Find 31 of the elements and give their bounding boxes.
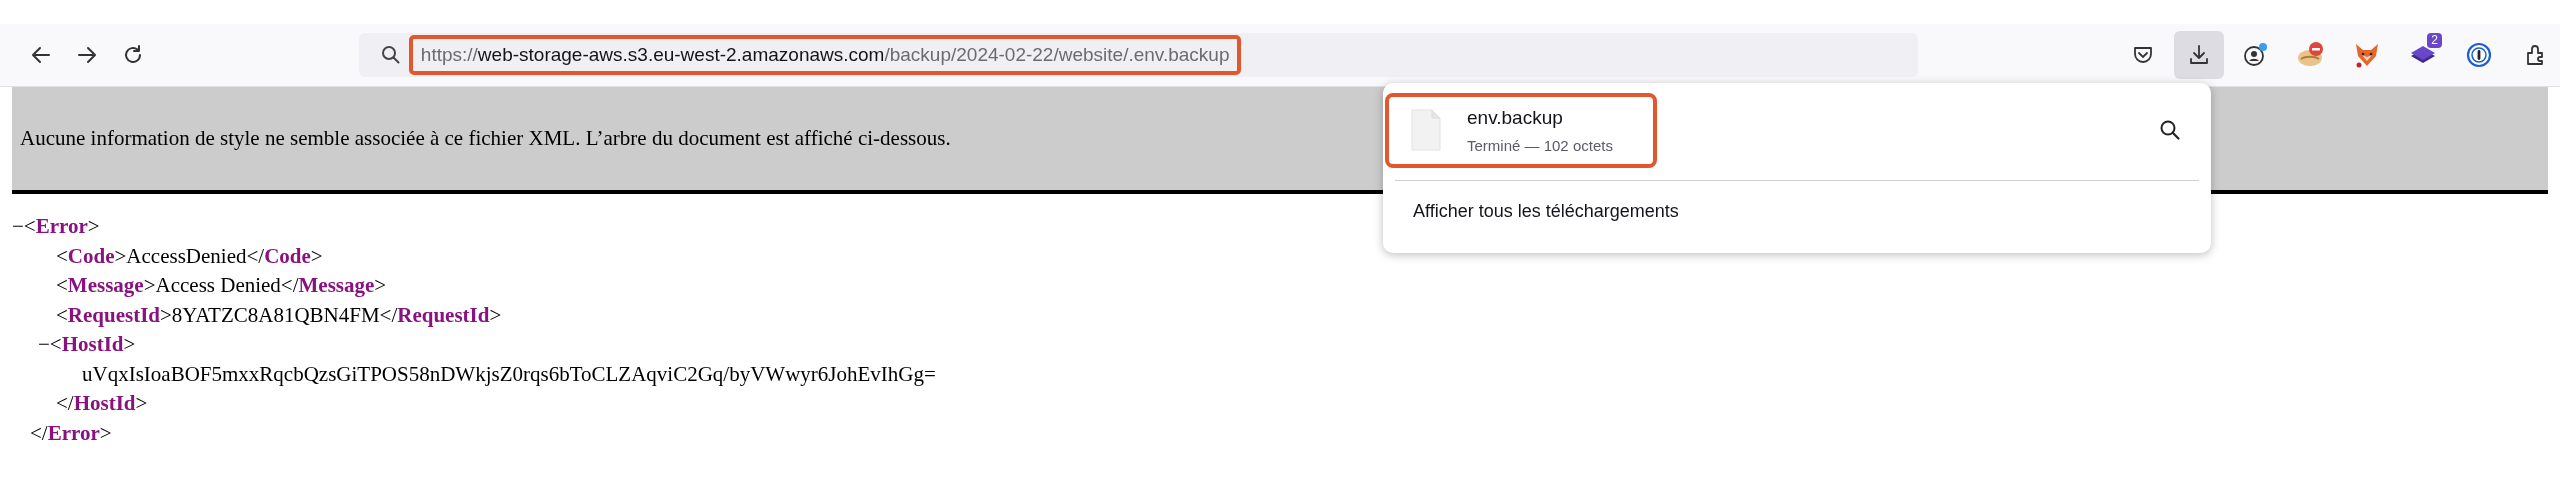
xml-line: uVqxIsIoaBOF5mxxRqcbQzsGiTPOS58nDWkjsZ0rqs6bToCLZAqviC2Gq/byVWwyr6JohEvIhGg= (82, 361, 936, 386)
stop-sign-icon (2296, 41, 2326, 69)
url-text: https://web-storage-aws.s3.eu-west-2.amazonaws.com/backup/2024-02-22/website/.env.backup (420, 44, 1230, 66)
fox-icon (2353, 41, 2381, 69)
account-icon (2244, 46, 2264, 66)
xml-line: <Code>AccessDenied</Code> (56, 243, 323, 268)
count-badge: 2 (2427, 33, 2442, 48)
search-icon (380, 45, 401, 65)
xml-tag: <HostId> (49, 332, 136, 356)
reload-icon (122, 44, 144, 66)
downloads-button[interactable] (2174, 31, 2224, 79)
xml-tag: </HostId> (56, 391, 148, 415)
forward-arrow-icon (76, 44, 98, 66)
file-name: env.backup (1467, 106, 1564, 129)
back-arrow-icon (30, 44, 52, 66)
xml-tag: <Error> (23, 214, 100, 238)
file-icon (1411, 109, 1441, 151)
show-all-downloads-link[interactable]: Afficher tous les téléchargements (1413, 201, 1679, 222)
download-icon (2188, 44, 2210, 66)
xml-line: <Message>Access Denied</Message> (56, 273, 387, 297)
keyhole-icon (2466, 42, 2492, 68)
search-icon (2159, 119, 2181, 141)
info-text: Aucune information de style ne semble associée à ce fichier XML. L’arbre du document est affiché ci-dessous. (20, 126, 951, 151)
download-status: Terminé — 102 octets (1467, 136, 1613, 154)
extension-button[interactable]: 2 (2398, 31, 2448, 79)
xml-line: <RequestId>8YATZC8A81QBN4FM</RequestId> (56, 302, 502, 327)
xml-tag: </Error> (30, 420, 112, 445)
address-bar[interactable]: https://web-storage-aws.s3.eu-west-2.amazonaws.com/backup/2024-02-22/website/.env.backup (358, 33, 1918, 77)
shield-chevron-icon (2132, 44, 2154, 66)
collapse-toggle[interactable]: − (38, 330, 50, 360)
collapse-toggle[interactable]: − (12, 212, 24, 242)
